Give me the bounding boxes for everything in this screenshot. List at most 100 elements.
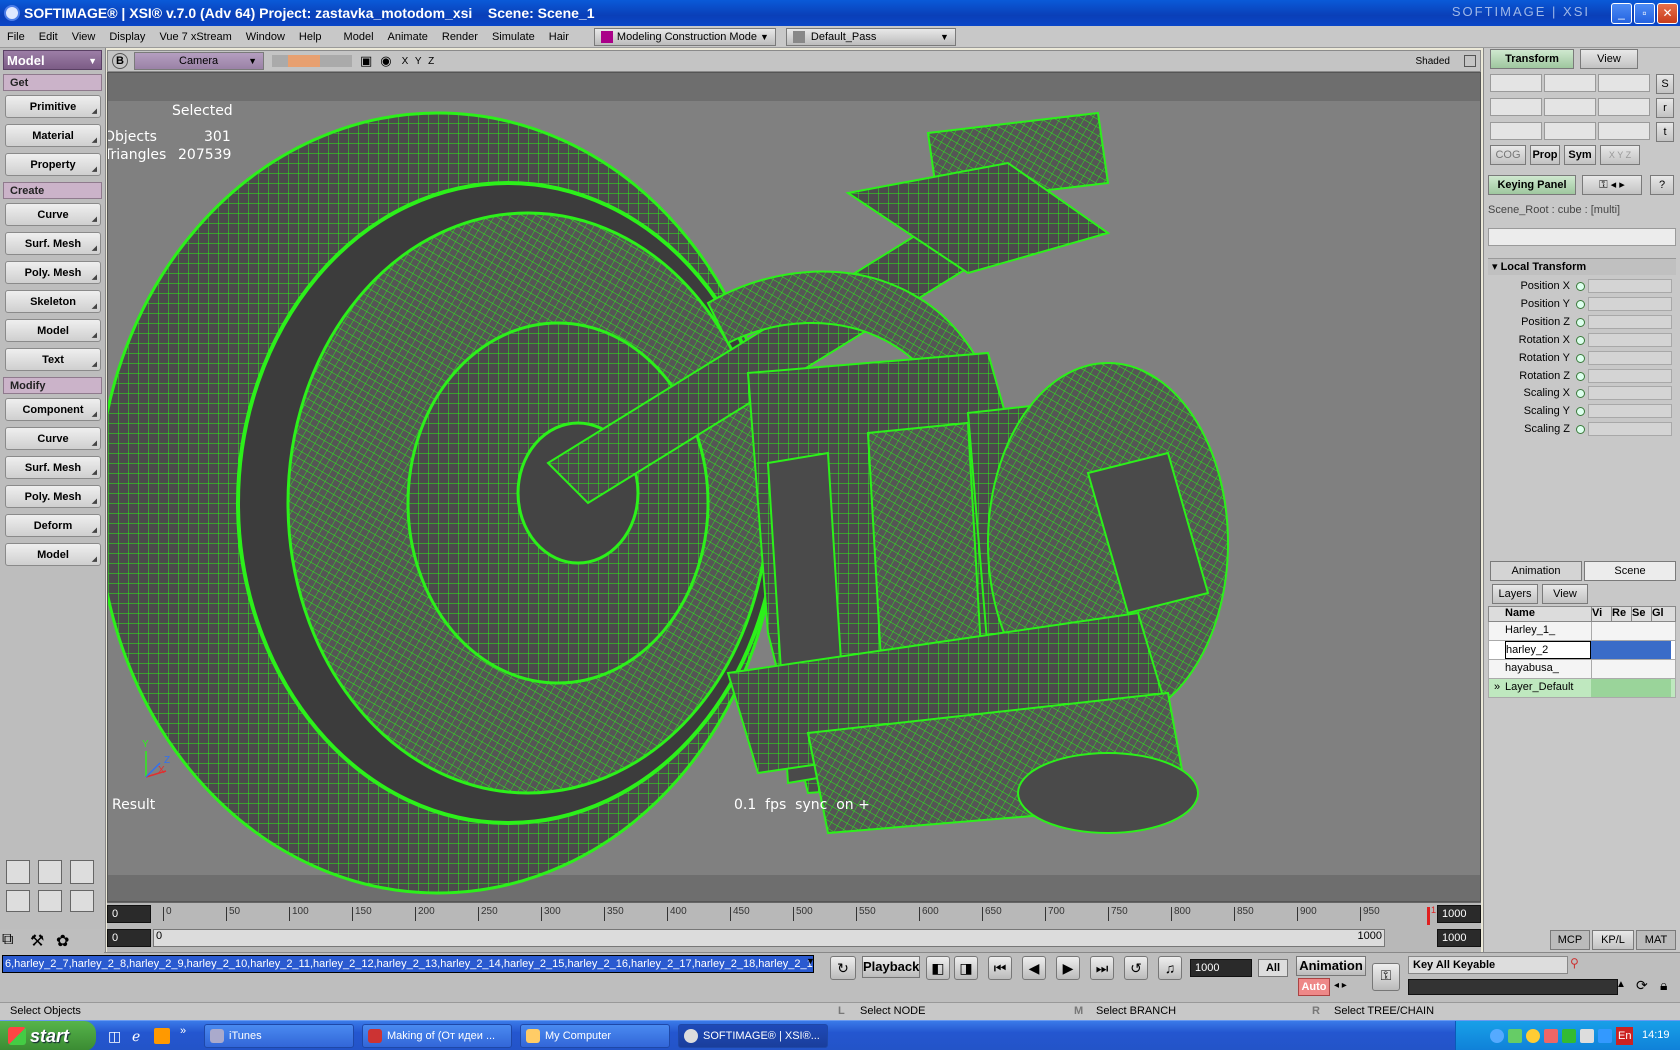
col-name[interactable]: Name — [1505, 607, 1591, 621]
menu-display[interactable]: Display — [102, 31, 152, 43]
help-button[interactable]: ? — [1650, 175, 1674, 195]
create-model-button[interactable]: Model — [5, 319, 101, 342]
view-visibility-swatches[interactable] — [272, 55, 352, 67]
transform-field-5[interactable] — [1544, 98, 1596, 116]
tray-security-icon[interactable] — [1508, 1029, 1522, 1043]
transform-field-7[interactable] — [1490, 122, 1542, 140]
animation-dot-icon[interactable] — [1576, 299, 1585, 309]
start-button[interactable]: start — [0, 1021, 96, 1050]
menu-file[interactable]: File — [0, 31, 32, 43]
layer-flags[interactable] — [1591, 622, 1671, 640]
component-button[interactable]: Component — [5, 398, 101, 421]
show-desktop-icon[interactable]: ◫ — [108, 1028, 121, 1045]
all-button[interactable]: All — [1258, 959, 1288, 977]
param-value-field[interactable] — [1588, 314, 1672, 329]
tray-volume-icon[interactable] — [1562, 1029, 1576, 1043]
param-value-field[interactable] — [1588, 279, 1672, 293]
next-key-icon[interactable]: ◨ — [954, 956, 978, 980]
task-softimage[interactable]: SOFTIMAGE® | XSI®... — [678, 1024, 828, 1048]
quicklaunch-more-icon[interactable]: » — [180, 1025, 186, 1037]
go-to-end-icon[interactable]: ⏭ — [1090, 956, 1114, 980]
param-value-field[interactable] — [1588, 404, 1672, 419]
transform-field-2[interactable] — [1544, 74, 1596, 92]
camera-dropdown[interactable]: Camera ▼ — [134, 52, 264, 70]
animation-menu[interactable]: Animation — [1296, 956, 1366, 976]
animation-dot-icon[interactable] — [1576, 317, 1585, 327]
col-render[interactable]: Re — [1611, 607, 1631, 621]
layer-row[interactable]: harley_2 — [1488, 641, 1676, 660]
menu-vue[interactable]: Vue 7 xStream — [152, 31, 238, 43]
material-button[interactable]: Material — [5, 124, 101, 147]
primitive-button[interactable]: Primitive — [5, 95, 101, 118]
timeline-ruler[interactable]: 0 50 100 150 200 250 300 350 400 450 500 550 600 650 7… — [163, 903, 1380, 925]
title-bar[interactable]: SOFTIMAGE® | XSI® v.7.0 (Adv 64) Project… — [0, 0, 1680, 26]
previous-key-icon[interactable]: ◧ — [926, 956, 950, 980]
maximize-button[interactable]: ▫ — [1634, 3, 1655, 24]
mat-tab[interactable]: MAT — [1636, 930, 1676, 950]
prop-button[interactable]: Prop — [1530, 145, 1560, 165]
transform-field-3[interactable] — [1598, 74, 1650, 92]
modify-surf-mesh-button[interactable]: Surf. Mesh — [5, 456, 101, 479]
chevron-down-icon[interactable]: ▼ — [806, 956, 815, 966]
refresh-icon[interactable]: ⟳ — [1636, 977, 1648, 994]
modify-poly-mesh-button[interactable]: Poly. Mesh — [5, 485, 101, 508]
transform-field-9[interactable] — [1598, 122, 1650, 140]
layer-name[interactable]: hayabusa_ — [1505, 660, 1591, 678]
timeline[interactable]: 0 0 50 100 150 200 250 300 350 400 450 500 550 600 65… — [107, 902, 1481, 952]
animation-dot-icon[interactable] — [1576, 335, 1585, 345]
tray-update-icon[interactable] — [1526, 1029, 1540, 1043]
set-key-icon[interactable]: ⚿ — [1372, 963, 1400, 991]
lock-icon[interactable]: 🔒︎ — [1660, 977, 1667, 994]
rotate-mode-button[interactable]: r — [1656, 98, 1674, 118]
tray-network-icon[interactable] — [1490, 1029, 1504, 1043]
transform-field-6[interactable] — [1598, 98, 1650, 116]
minimize-button[interactable]: _ — [1611, 3, 1632, 24]
menu-window[interactable]: Window — [239, 31, 292, 43]
animation-dot-icon[interactable] — [1576, 407, 1585, 417]
create-poly-mesh-button[interactable]: Poly. Mesh — [5, 261, 101, 284]
selection-field[interactable]: 6,harley_2_7,harley_2_8,harley_2_9,harle… — [2, 955, 814, 973]
animation-dot-icon[interactable] — [1576, 425, 1585, 435]
menu-animate[interactable]: Animate — [381, 31, 435, 43]
layout-b-icon[interactable] — [38, 890, 62, 912]
eye-icon[interactable]: ◉ — [380, 53, 391, 69]
axis-toggle[interactable]: X Y Z — [402, 56, 437, 67]
chevron-up-icon[interactable]: ▲ — [1616, 979, 1626, 990]
camera-icon[interactable]: ▣ — [360, 53, 372, 69]
tray-app-icon[interactable] — [1544, 1029, 1558, 1043]
animation-dot-icon[interactable] — [1576, 353, 1585, 363]
sym-button[interactable]: Sym — [1564, 145, 1596, 165]
audio-icon[interactable]: ♫ — [1158, 956, 1182, 980]
transform-field-4[interactable] — [1490, 98, 1542, 116]
animation-dot-icon[interactable] — [1576, 371, 1585, 381]
local-transform-header[interactable]: ▾ Local Transform — [1488, 258, 1676, 275]
col-visible[interactable]: Vi — [1591, 607, 1611, 621]
tray-language-badge[interactable]: En — [1616, 1027, 1634, 1045]
transform-field-1[interactable] — [1490, 74, 1542, 92]
task-itunes[interactable]: iTunes — [204, 1024, 354, 1048]
param-value-field[interactable] — [1588, 350, 1672, 365]
tab-animation[interactable]: Animation — [1490, 561, 1582, 581]
kpl-tab[interactable]: KP/L — [1592, 930, 1634, 950]
tray-display-icon[interactable] — [1598, 1029, 1612, 1043]
play-forward-icon[interactable]: ▶ — [1056, 956, 1080, 980]
view-dropdown[interactable]: View — [1580, 49, 1638, 69]
layer-name[interactable]: Layer_Default — [1505, 679, 1591, 697]
layers-view-menu[interactable]: View — [1542, 584, 1588, 604]
col-select[interactable]: Se — [1631, 607, 1651, 621]
create-surf-mesh-button[interactable]: Surf. Mesh — [5, 232, 101, 255]
layer-row[interactable]: hayabusa_ — [1488, 660, 1676, 679]
animation-dot-icon[interactable] — [1576, 282, 1585, 291]
menu-render[interactable]: Render — [435, 31, 485, 43]
animation-dot-icon[interactable] — [1576, 389, 1585, 399]
layer-row-current[interactable]: » Layer_Default — [1488, 679, 1676, 698]
layer-row[interactable]: Harley_1_ — [1488, 622, 1676, 641]
loop-icon[interactable]: ↺ — [1124, 956, 1148, 980]
param-value-field[interactable] — [1588, 386, 1672, 401]
modify-curve-button[interactable]: Curve — [5, 427, 101, 450]
layer-flags-selected[interactable] — [1591, 641, 1671, 659]
construction-mode-dropdown[interactable]: Modeling Construction Mode ▼ — [593, 27, 776, 46]
toolbar-selector[interactable]: Model ▼ — [3, 50, 102, 70]
layer-flags[interactable] — [1591, 679, 1671, 697]
modify-model-button[interactable]: Model — [5, 543, 101, 566]
